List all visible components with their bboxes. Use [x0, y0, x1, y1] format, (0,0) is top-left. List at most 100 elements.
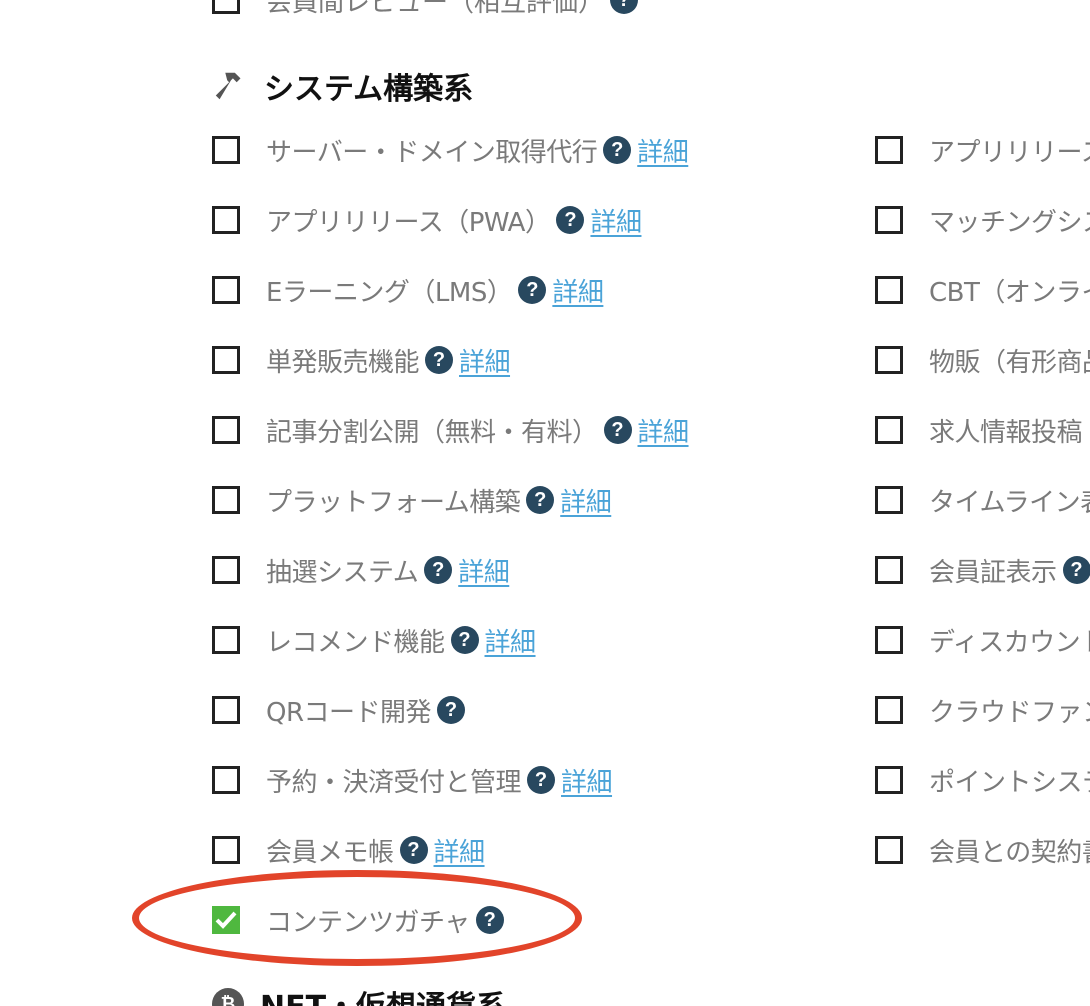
- option-row[interactable]: ポイントシステ: [875, 760, 1090, 800]
- option-row[interactable]: アプリリリース（PWA）? 詳細: [212, 200, 642, 240]
- hammer-icon: [215, 72, 241, 100]
- section-title: システム構築系: [264, 72, 474, 107]
- option-label: ディスカウント: [929, 627, 1090, 658]
- help-icon[interactable]: ?: [527, 766, 556, 794]
- help-icon[interactable]: ?: [425, 346, 454, 374]
- option-row[interactable]: アプリリリース: [875, 130, 1090, 170]
- option-row[interactable]: 単発販売機能? 詳細: [212, 340, 511, 380]
- checkbox[interactable]: [875, 486, 903, 514]
- option-row[interactable]: 会員との契約書: [875, 830, 1090, 870]
- option-label: 会員証表示: [929, 557, 1057, 588]
- checkbox[interactable]: [875, 696, 903, 724]
- checkbox[interactable]: [212, 346, 240, 374]
- option-label: レコメンド機能: [266, 627, 445, 658]
- help-icon[interactable]: ?: [475, 906, 504, 934]
- option-label: プラットフォーム構築: [266, 487, 521, 518]
- checkbox[interactable]: [212, 206, 240, 234]
- checkbox[interactable]: [212, 136, 240, 164]
- option-row[interactable]: 求人情報投稿: [875, 410, 1083, 450]
- option-row[interactable]: サーバー・ドメイン取得代行? 詳細: [212, 130, 689, 170]
- details-link[interactable]: 詳細: [561, 762, 613, 799]
- option-label: Eラーニング（LMS）: [266, 277, 513, 308]
- option-label: コンテンツガチャ: [266, 907, 470, 938]
- details-link[interactable]: 詳細: [458, 552, 510, 589]
- option-row[interactable]: 予約・決済受付と管理? 詳細: [212, 760, 613, 800]
- option-label: 抽選システム: [266, 557, 419, 588]
- help-icon[interactable]: ?: [399, 836, 428, 864]
- checkbox[interactable]: [875, 626, 903, 654]
- details-link[interactable]: 詳細: [552, 272, 604, 309]
- option-row[interactable]: レコメンド機能? 詳細: [212, 620, 536, 660]
- checkbox[interactable]: [212, 276, 240, 304]
- help-icon[interactable]: ?: [603, 416, 632, 444]
- option-label: 会員メモ帳: [266, 837, 394, 868]
- option-label: アプリリリース（PWA）: [266, 207, 551, 238]
- checkbox[interactable]: [875, 276, 903, 304]
- option-label: 求人情報投稿: [929, 417, 1083, 448]
- checkbox[interactable]: [212, 416, 240, 444]
- checkbox[interactable]: [212, 556, 240, 584]
- option-label: アプリリリース: [929, 137, 1090, 168]
- option-row[interactable]: 抽選システム? 詳細: [212, 550, 510, 590]
- help-icon[interactable]: ?: [1062, 556, 1090, 584]
- checkbox[interactable]: [212, 696, 240, 724]
- option-label: ポイントシステ: [929, 767, 1090, 798]
- checkmark-icon: [215, 911, 237, 929]
- help-icon[interactable]: ?: [424, 556, 453, 584]
- option-row[interactable]: タイムライン表: [875, 480, 1090, 520]
- option-row[interactable]: CBT（オンライ: [875, 270, 1090, 310]
- checkbox-checked[interactable]: [212, 906, 240, 934]
- details-link[interactable]: 詳細: [485, 622, 537, 659]
- details-link[interactable]: 詳細: [637, 132, 689, 169]
- option-row[interactable]: 物販（有形商品: [875, 340, 1090, 380]
- option-label: 物販（有形商品: [929, 347, 1090, 378]
- help-icon[interactable]: ?: [610, 0, 639, 14]
- option-row[interactable]: ディスカウント: [875, 620, 1090, 660]
- option-label: 単発販売機能: [266, 347, 420, 378]
- coin-icon: ₿: [212, 988, 244, 1006]
- option-label: 会員との契約書: [929, 837, 1090, 868]
- option-row[interactable]: 会員メモ帳? 詳細: [212, 830, 485, 870]
- page-margin: [0, 0, 142, 1006]
- option-row[interactable]: Eラーニング（LMS）? 詳細: [212, 270, 604, 310]
- option-row[interactable]: 記事分割公開（無料・有料）? 詳細: [212, 410, 689, 450]
- option-label: QRコード開発: [266, 697, 432, 728]
- checkbox[interactable]: [212, 836, 240, 864]
- option-row[interactable]: プラットフォーム構築? 詳細: [212, 480, 612, 520]
- help-icon[interactable]: ?: [603, 136, 632, 164]
- option-row[interactable]: 会員証表示?: [875, 550, 1090, 590]
- help-icon[interactable]: ?: [437, 696, 466, 724]
- option-row[interactable]: コンテンツガチャ?: [212, 900, 504, 940]
- checkbox[interactable]: [212, 486, 240, 514]
- details-link[interactable]: 詳細: [638, 412, 690, 449]
- checkbox[interactable]: [212, 766, 240, 794]
- option-row[interactable]: クラウドファン: [875, 690, 1090, 730]
- checkbox[interactable]: [875, 416, 903, 444]
- details-link[interactable]: 詳細: [434, 832, 486, 869]
- option-row[interactable]: QRコード開発?: [212, 690, 466, 730]
- option-previous-item[interactable]: 会員間レビュー（相互評価） ?: [212, 0, 639, 20]
- section-header-system: システム構築系: [212, 64, 473, 108]
- checkbox[interactable]: [875, 206, 903, 234]
- help-icon[interactable]: ?: [518, 276, 547, 304]
- checkbox[interactable]: [212, 626, 240, 654]
- option-label: 会員間レビュー（相互評価）: [266, 0, 605, 18]
- option-row[interactable]: マッチングシス: [875, 200, 1090, 240]
- checkbox[interactable]: [875, 836, 903, 864]
- checkbox[interactable]: [875, 766, 903, 794]
- checkbox[interactable]: [212, 0, 240, 14]
- option-label: マッチングシス: [929, 207, 1090, 238]
- option-label: サーバー・ドメイン取得代行: [266, 137, 598, 168]
- option-label: タイムライン表: [929, 487, 1090, 518]
- option-label: クラウドファン: [929, 697, 1090, 728]
- option-label: 予約・決済受付と管理: [266, 767, 522, 798]
- help-icon[interactable]: ?: [556, 206, 585, 234]
- checkbox[interactable]: [875, 346, 903, 374]
- details-link[interactable]: 詳細: [459, 342, 511, 379]
- details-link[interactable]: 詳細: [590, 202, 642, 239]
- checkbox[interactable]: [875, 556, 903, 584]
- help-icon[interactable]: ?: [526, 486, 555, 514]
- help-icon[interactable]: ?: [450, 626, 479, 654]
- details-link[interactable]: 詳細: [560, 482, 612, 519]
- checkbox[interactable]: [875, 136, 903, 164]
